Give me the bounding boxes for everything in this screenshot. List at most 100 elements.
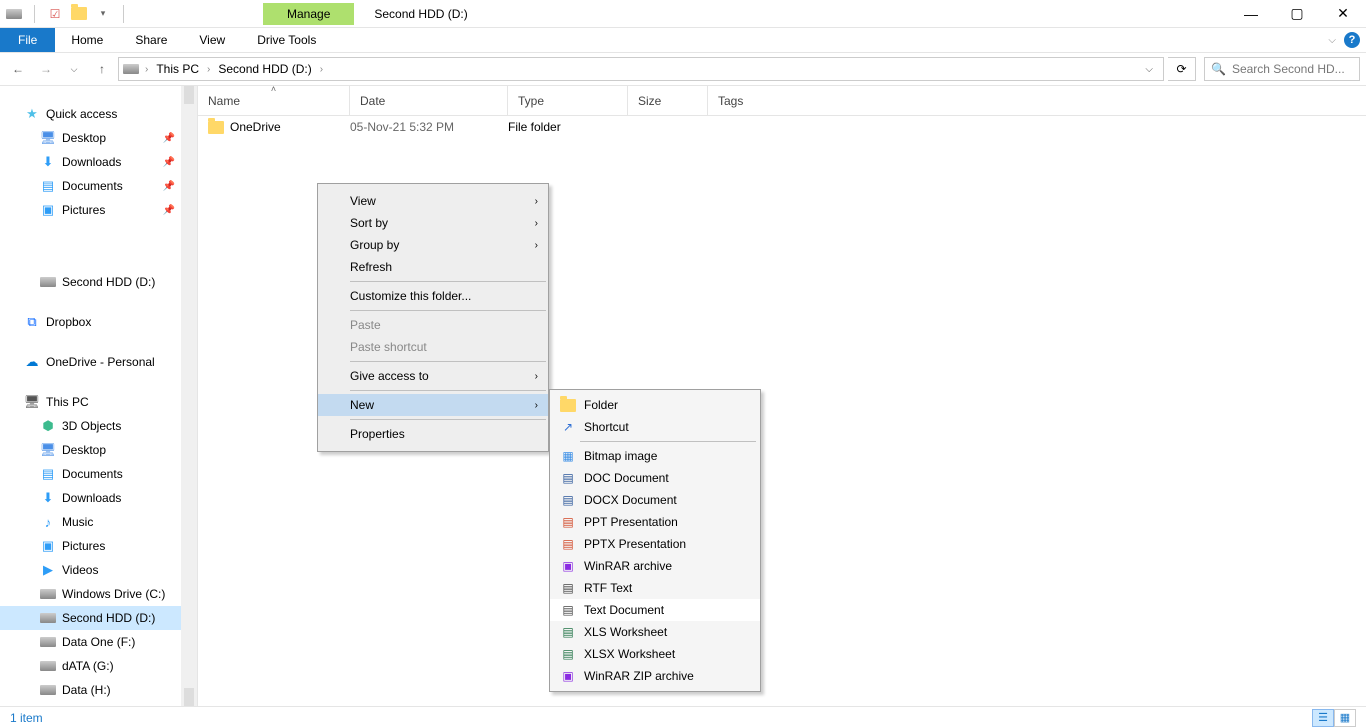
sidebar-3d-objects[interactable]: ⬢3D Objects <box>0 414 197 438</box>
onedrive-icon: ☁ <box>24 354 40 370</box>
column-date[interactable]: Date <box>350 86 508 115</box>
recent-locations-dropdown[interactable]: ⌵ <box>62 57 86 81</box>
sidebar-videos[interactable]: ▶Videos <box>0 558 197 582</box>
sidebar-this-pc[interactable]: 🖥This PC <box>0 390 197 414</box>
column-tags[interactable]: Tags <box>708 86 788 115</box>
new-folder-qat-icon[interactable] <box>71 6 87 22</box>
refresh-button[interactable]: ⟳ <box>1168 57 1196 81</box>
new-rtf[interactable]: ▤RTF Text <box>550 577 760 599</box>
sidebar-label: Data (H:) <box>62 683 111 697</box>
minimize-button[interactable]: — <box>1228 0 1274 28</box>
sidebar-second-hdd-qa[interactable]: Second HDD (D:) <box>0 270 197 294</box>
file-tab[interactable]: File <box>0 28 55 52</box>
breadcrumb-second-hdd[interactable]: Second HDD (D:) <box>216 62 313 76</box>
ctx-sort-by[interactable]: Sort by› <box>318 212 548 234</box>
address-bar[interactable]: › This PC › Second HDD (D:) › ⌵ <box>118 57 1164 81</box>
breadcrumb-this-pc[interactable]: This PC <box>154 62 201 76</box>
sidebar-documents-pc[interactable]: ▤Documents <box>0 462 197 486</box>
new-doc[interactable]: ▤DOC Document <box>550 467 760 489</box>
sidebar-data-h[interactable]: Data (H:) <box>0 678 197 702</box>
breadcrumb-sep-0[interactable]: › <box>145 64 148 75</box>
ribbon-collapse-icon[interactable]: ⌵ <box>1328 35 1336 46</box>
large-icons-view-button[interactable]: ▦ <box>1334 709 1356 727</box>
manage-contextual-tab[interactable]: Manage <box>263 3 354 25</box>
up-button[interactable]: ↑ <box>90 57 114 81</box>
sidebar-data-one[interactable]: Data One (F:) <box>0 630 197 654</box>
new-xlsx[interactable]: ▤XLSX Worksheet <box>550 643 760 665</box>
item-count: 1 item <box>10 711 43 725</box>
downloads-icon: ⬇ <box>40 154 56 170</box>
maximize-button[interactable]: ▢ <box>1274 0 1320 28</box>
ctx-give-access[interactable]: Give access to› <box>318 365 548 387</box>
sub-label: Text Document <box>584 603 664 617</box>
new-bitmap[interactable]: ▦Bitmap image <box>550 445 760 467</box>
sidebar-music[interactable]: ♪Music <box>0 510 197 534</box>
sidebar-pictures[interactable]: ▣Pictures📌 <box>0 198 197 222</box>
sidebar-downloads[interactable]: ⬇Downloads📌 <box>0 150 197 174</box>
view-mode-toggles: ☰ ▦ <box>1312 709 1356 727</box>
file-cell-date: 05-Nov-21 5:32 PM <box>350 120 508 134</box>
new-text-document[interactable]: ▤Text Document <box>550 599 760 621</box>
column-type[interactable]: Type <box>508 86 628 115</box>
sub-label: PPT Presentation <box>584 515 678 529</box>
sidebar-desktop-pc[interactable]: 🖥Desktop <box>0 438 197 462</box>
address-history-dropdown[interactable]: ⌵ <box>1139 64 1159 75</box>
sidebar-quick-access[interactable]: ★Quick access <box>0 102 197 126</box>
ctx-label: Sort by <box>350 216 388 230</box>
view-tab[interactable]: View <box>183 28 241 52</box>
sidebar-label: Documents <box>62 179 123 193</box>
sidebar-dropbox[interactable]: ⧉Dropbox <box>0 310 197 334</box>
col-label: Type <box>518 94 544 108</box>
column-size[interactable]: Size <box>628 86 708 115</box>
ctx-view[interactable]: View› <box>318 190 548 212</box>
context-menu: View› Sort by› Group by› Refresh Customi… <box>317 183 549 452</box>
ctx-customize[interactable]: Customize this folder... <box>318 285 548 307</box>
back-button[interactable]: ← <box>6 57 30 81</box>
window-controls: — ▢ ✕ <box>1228 0 1366 28</box>
navigation-pane: ★Quick access 🖥Desktop📌 ⬇Downloads📌 ▤Doc… <box>0 86 197 706</box>
sidebar-windows-drive[interactable]: Windows Drive (C:) <box>0 582 197 606</box>
sidebar-label: Documents <box>62 467 123 481</box>
pptx-icon: ▤ <box>560 536 576 552</box>
new-winrar-zip[interactable]: ▣WinRAR ZIP archive <box>550 665 760 687</box>
ctx-separator <box>350 419 546 420</box>
share-tab[interactable]: Share <box>119 28 183 52</box>
new-winrar[interactable]: ▣WinRAR archive <box>550 555 760 577</box>
ctx-group-by[interactable]: Group by› <box>318 234 548 256</box>
column-name[interactable]: ˄Name <box>198 86 350 115</box>
sidebar-label: Windows Drive (C:) <box>62 587 165 601</box>
new-folder[interactable]: Folder <box>550 394 760 416</box>
file-row-onedrive[interactable]: OneDrive 05-Nov-21 5:32 PM File folder <box>198 116 1366 138</box>
drive-icon <box>6 6 22 22</box>
help-icon[interactable]: ? <box>1344 32 1360 48</box>
drive-tools-tab[interactable]: Drive Tools <box>241 28 332 52</box>
ctx-new[interactable]: New› <box>318 394 548 416</box>
pictures-icon: ▣ <box>40 202 56 218</box>
new-xls[interactable]: ▤XLS Worksheet <box>550 621 760 643</box>
sidebar-downloads-pc[interactable]: ⬇Downloads <box>0 486 197 510</box>
new-ppt[interactable]: ▤PPT Presentation <box>550 511 760 533</box>
sidebar-documents[interactable]: ▤Documents📌 <box>0 174 197 198</box>
sidebar-data-g[interactable]: dATA (G:) <box>0 654 197 678</box>
sidebar-scrollbar[interactable] <box>181 86 197 706</box>
breadcrumb-sep-2[interactable]: › <box>320 64 323 75</box>
sub-label: WinRAR ZIP archive <box>584 669 694 683</box>
ctx-properties[interactable]: Properties <box>318 423 548 445</box>
sidebar-desktop[interactable]: 🖥Desktop📌 <box>0 126 197 150</box>
properties-qat-icon[interactable]: ☑ <box>47 6 63 22</box>
ctx-label: Customize this folder... <box>350 289 471 303</box>
breadcrumb-sep-1[interactable]: › <box>207 64 210 75</box>
qat-dropdown-icon[interactable]: ▾ <box>95 6 111 22</box>
close-button[interactable]: ✕ <box>1320 0 1366 28</box>
sidebar-onedrive[interactable]: ☁ OneDrive - Personal <box>0 350 197 374</box>
search-box[interactable]: 🔍 Search Second HD... <box>1204 57 1360 81</box>
ctx-refresh[interactable]: Refresh <box>318 256 548 278</box>
new-docx[interactable]: ▤DOCX Document <box>550 489 760 511</box>
details-view-button[interactable]: ☰ <box>1312 709 1334 727</box>
new-shortcut[interactable]: ↗Shortcut <box>550 416 760 438</box>
new-pptx[interactable]: ▤PPTX Presentation <box>550 533 760 555</box>
sidebar-second-hdd[interactable]: Second HDD (D:) <box>0 606 197 630</box>
sidebar-label: OneDrive - Personal <box>46 355 155 369</box>
home-tab[interactable]: Home <box>55 28 119 52</box>
sidebar-pictures-pc[interactable]: ▣Pictures <box>0 534 197 558</box>
